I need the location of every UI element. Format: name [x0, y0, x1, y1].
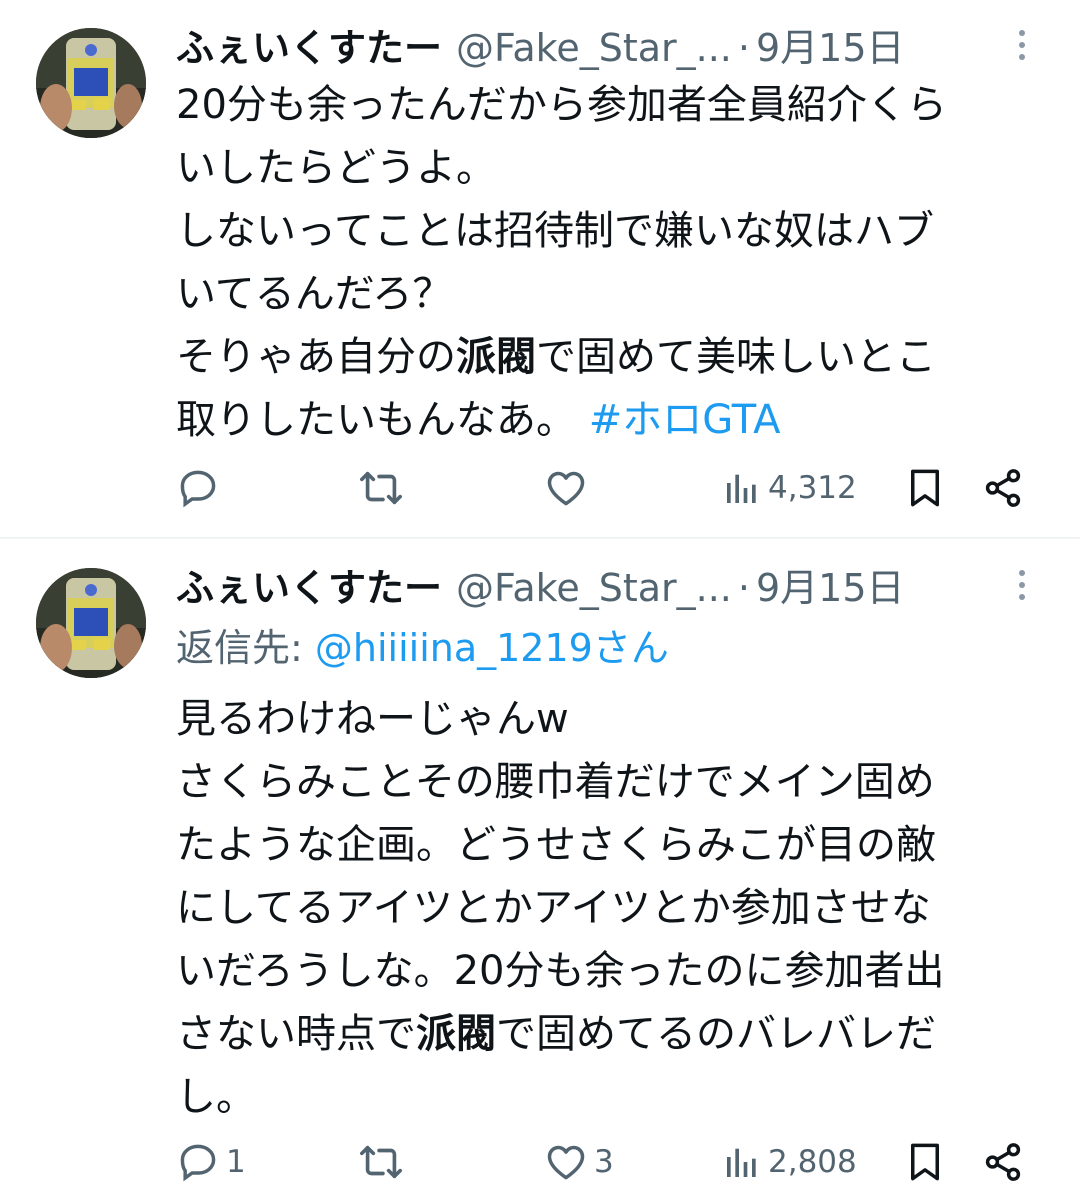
- retweet-button[interactable]: [358, 1132, 410, 1192]
- text-segment: さない時点で: [176, 1011, 416, 1057]
- text-line: しないってことは招待制で嫌いな奴はハブ: [176, 208, 934, 254]
- reply-icon: [176, 1140, 220, 1184]
- text-line: いしたらどうよ。: [176, 145, 496, 191]
- retweet-icon: [358, 1139, 404, 1185]
- views-icon: [722, 468, 762, 508]
- text-segment: で固めてるのバレバレだ: [496, 1011, 936, 1057]
- reply-to-label: 返信先:: [176, 626, 315, 670]
- text-line: 取りしたいもんなあ。 #ホロGTA: [176, 389, 1036, 452]
- separator: ·: [737, 566, 750, 610]
- text-segment: 取りしたいもんなあ。: [176, 397, 589, 443]
- heart-icon: [544, 1140, 588, 1184]
- bookmark-button[interactable]: [904, 1132, 946, 1192]
- text-line: いだろうしな。20分も余ったのに参加者出: [176, 948, 945, 994]
- avatar[interactable]: [36, 568, 146, 678]
- bookmark-icon: [904, 465, 946, 511]
- tweet-date[interactable]: 9月15日: [756, 26, 905, 70]
- views-count: 2,808: [768, 1144, 857, 1180]
- action-bar: 1 3 2,808: [176, 1132, 1046, 1192]
- author-name[interactable]: ふぇいくすたー: [176, 566, 442, 610]
- text-segment: そりゃあ自分の: [176, 334, 456, 380]
- heart-icon: [544, 466, 588, 510]
- share-icon: [982, 467, 1024, 509]
- views-button[interactable]: 2,808: [722, 1132, 857, 1192]
- more-icon[interactable]: [1012, 570, 1032, 610]
- share-button[interactable]: [982, 458, 1024, 518]
- text-segment: で固めて美味しいとこ: [536, 334, 936, 380]
- reply-button[interactable]: 1: [176, 1132, 246, 1192]
- tweet-divider: [0, 537, 1080, 539]
- share-button[interactable]: [982, 1132, 1024, 1192]
- text-line: いてるんだろ？: [176, 271, 453, 317]
- like-button[interactable]: [544, 458, 594, 518]
- text-line: 見るわけねーじゃんw: [176, 696, 569, 742]
- bookmark-button[interactable]: [904, 458, 946, 518]
- text-line: そりゃあ自分の派閥で固めて美味しいとこ: [176, 326, 1036, 389]
- tweet-text: 20分も余ったんだから参加者全員紹介くら いしたらどうよ。 しないってことは招待…: [176, 74, 1036, 452]
- bookmark-icon: [904, 1139, 946, 1185]
- tweet[interactable]: ふぇいくすたー @Fake_Star_... · 9月15日 20分も余ったんだから参…: [0, 0, 1080, 536]
- views-icon: [722, 1142, 762, 1182]
- reply-button[interactable]: [176, 458, 226, 518]
- views-button[interactable]: 4,312: [722, 458, 857, 518]
- reply-count: 1: [226, 1144, 246, 1180]
- action-bar: 4,312: [176, 458, 1046, 518]
- text-line: し。: [176, 1074, 256, 1120]
- separator: ·: [737, 26, 750, 70]
- author-handle[interactable]: @Fake_Star_...: [456, 26, 732, 70]
- reply-icon: [176, 466, 220, 510]
- reply-to: 返信先: @hiiiiina_1219さん: [176, 618, 669, 678]
- mention-link[interactable]: @hiiiiina_1219さん: [315, 626, 669, 670]
- hashtag-link[interactable]: #ホロGTA: [589, 397, 781, 443]
- tweet-text: 見るわけねーじゃんw さくらみことその腰巾着だけでメイン固め たような企画。どう…: [176, 688, 1036, 1129]
- text-line: 20分も余ったんだから参加者全員紹介くら: [176, 82, 947, 128]
- text-line: さない時点で派閥で固めてるのバレバレだ: [176, 1003, 1036, 1066]
- author-handle[interactable]: @Fake_Star_...: [456, 566, 732, 610]
- text-line: さくらみことその腰巾着だけでメイン固め: [176, 759, 935, 805]
- share-icon: [982, 1141, 1024, 1183]
- author-name[interactable]: ふぇいくすたー: [176, 26, 442, 70]
- avatar[interactable]: [36, 28, 146, 138]
- text-line: たような企画。どうせさくらみこが目の敵: [176, 822, 936, 868]
- more-icon[interactable]: [1012, 30, 1032, 70]
- tweet-header: ふぇいくすたー @Fake_Star_... · 9月15日: [176, 558, 1056, 618]
- bold-text: 派閥: [416, 1011, 496, 1057]
- tweet-date[interactable]: 9月15日: [756, 566, 905, 610]
- bold-text: 派閥: [456, 334, 536, 380]
- like-count: 3: [594, 1144, 614, 1180]
- retweet-icon: [358, 465, 404, 511]
- retweet-button[interactable]: [358, 458, 410, 518]
- views-count: 4,312: [768, 470, 857, 506]
- tweet-header: ふぇいくすたー @Fake_Star_... · 9月15日: [176, 18, 1056, 78]
- text-line: にしてるアイツとかアイツとか参加させな: [176, 885, 931, 931]
- like-button[interactable]: 3: [544, 1132, 614, 1192]
